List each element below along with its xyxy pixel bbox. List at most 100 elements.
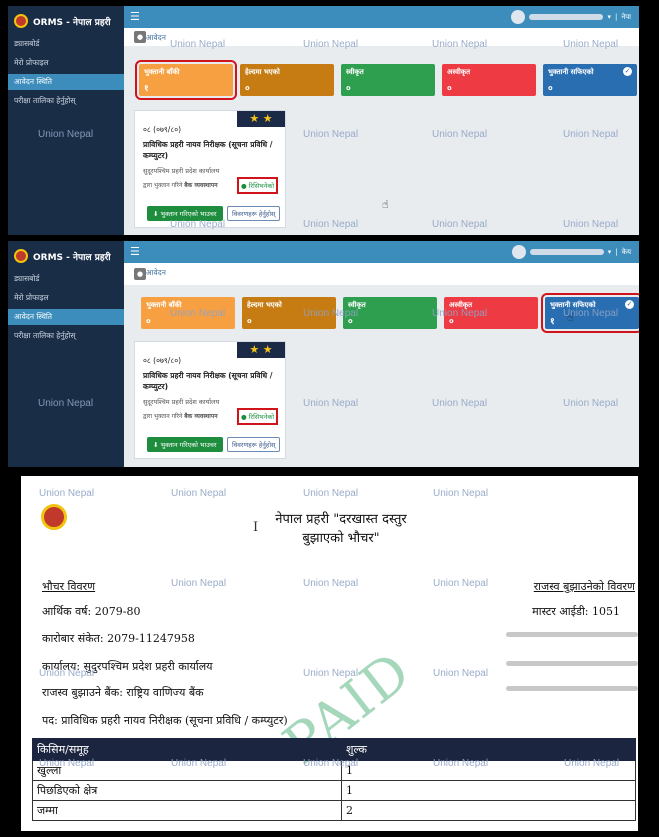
- application-card: ★ ★ ०८ (०७९/८०) प्राविधिक प्रहरी नायव नि…: [134, 110, 286, 228]
- download-voucher-button[interactable]: ⬇ भुक्तान गरिएको भाउचर: [147, 437, 223, 452]
- settings-icon[interactable]: ●: [134, 268, 146, 280]
- watermark: Union Nepal: [303, 398, 359, 409]
- watermark: Union Nepal: [432, 219, 488, 230]
- menu-icon[interactable]: ☰: [130, 245, 140, 258]
- police-logo-icon: [14, 14, 28, 28]
- card-count: ०: [447, 84, 452, 94]
- card-in-review[interactable]: हेल्दमा भएको ०: [240, 64, 334, 96]
- watermark: Union Nepal: [170, 308, 226, 319]
- top-navbar: ☰ ▾ | केय: [124, 241, 639, 263]
- watermark: Union Nepal: [170, 39, 226, 50]
- card-label: अस्वीकृत: [447, 68, 471, 76]
- card-label: हेल्दमा भएको: [247, 301, 282, 309]
- watermark: Union Nepal: [171, 488, 227, 499]
- card-rejected[interactable]: अस्वीकृत ०: [442, 64, 536, 96]
- app-brand[interactable]: ORMS - नेपाल प्रहरी: [8, 241, 124, 271]
- card-label: भुक्तानी सफिएको: [548, 68, 594, 76]
- watermark: Union Nepal: [303, 578, 359, 589]
- payment-method-line: द्वारा भुक्तान गरिने बैक व्यवस्थापन: [143, 413, 218, 420]
- watermark: Union Nepal: [170, 219, 226, 230]
- payment-voucher: नेपाल प्रहरी "दरखास्त दस्तुर बुझाएको भौच…: [21, 476, 638, 831]
- top-link[interactable]: नेपा: [621, 13, 631, 22]
- main-area: ☰ ▾ | केय मेरो आवेदन ● भुक्तानी बाँकी ० …: [124, 241, 639, 467]
- watermark: Union Nepal: [563, 308, 619, 319]
- application-code: ०८ (०७९/८०): [143, 125, 182, 134]
- user-menu[interactable]: ▾ | केय: [511, 245, 631, 259]
- view-details-button[interactable]: विवरणहरू हेर्नुहोस्: [227, 206, 281, 221]
- table-row: जम्मा 2: [32, 800, 636, 821]
- watermark: Union Nepal: [303, 488, 359, 499]
- watermark: Union Nepal: [303, 668, 359, 679]
- check-circle-icon: ✓: [625, 300, 634, 309]
- text-cursor-icon: I: [253, 520, 259, 535]
- avatar[interactable]: [511, 10, 526, 24]
- watermark: Union Nepal: [303, 219, 359, 230]
- view-details-button[interactable]: विवरणहरू हेर्नुहोस्: [227, 437, 281, 452]
- watermark: Union Nepal: [563, 129, 619, 140]
- sidebar-item-dashboard[interactable]: ड्यासबोर्ड: [8, 36, 124, 52]
- card-count: ०: [548, 84, 553, 94]
- sidebar: ORMS - नेपाल प्रहरी ड्यासबोर्ड मेरो प्रो…: [8, 6, 124, 235]
- police-emblem-icon: [41, 504, 67, 530]
- watermark: Union Nepal: [38, 398, 94, 409]
- card-count: ०: [245, 84, 250, 94]
- post-line: पद: प्राविधिक प्रहरी नायव निरीक्षक (सूचन…: [42, 714, 288, 727]
- top-link[interactable]: केय: [622, 248, 631, 257]
- office-name: सुदूरपश्चिम प्रहरी प्रदेश कार्यालय: [143, 398, 220, 406]
- chevron-down-icon[interactable]: ▾: [608, 248, 612, 256]
- blurred-username: [529, 249, 604, 255]
- status-cards: भुक्तानी बाँकी १ हेल्दमा भएको ० स्वीकृत …: [134, 60, 639, 100]
- redacted-field: [506, 661, 638, 666]
- card-payment-done[interactable]: भुक्तानी सफिएको ✓ ०: [543, 64, 637, 96]
- sidebar-item-profile[interactable]: मेरो प्रोफाइल: [8, 290, 124, 306]
- watermark: Union Nepal: [39, 668, 95, 679]
- sidebar-item-profile[interactable]: मेरो प्रोफाइल: [8, 55, 124, 71]
- master-id: मास्टर आईडी: 1051: [532, 605, 620, 618]
- menu-icon[interactable]: ☰: [130, 10, 140, 23]
- watermark: Union Nepal: [171, 758, 227, 769]
- settings-icon[interactable]: ●: [134, 31, 146, 43]
- screenshot-panel-2: ORMS - नेपाल प्रहरी ड्यासबोर्ड मेरो प्रो…: [8, 241, 639, 467]
- watermark: Union Nepal: [432, 308, 488, 319]
- rank-stars-icon: ★ ★: [237, 111, 285, 127]
- watermark: Union Nepal: [171, 578, 227, 589]
- sidebar-item-exam-schedule[interactable]: परीक्षा तालिका हेर्नुहोस्: [8, 328, 124, 344]
- sidebar-menu: ड्यासबोर्ड मेरो प्रोफाइल आवेदन स्थिति पर…: [8, 36, 124, 109]
- card-count: १: [144, 84, 149, 94]
- fiscal-year: आर्थिक वर्ष: 2079-80: [42, 605, 141, 618]
- sidebar: ORMS - नेपाल प्रहरी ड्यासबोर्ड मेरो प्रो…: [8, 241, 124, 467]
- card-payment-pending[interactable]: भुक्तानी बाँकी १: [135, 60, 237, 100]
- user-menu[interactable]: ▾ | नेपा: [511, 10, 631, 24]
- avatar[interactable]: [511, 245, 526, 259]
- watermark: Union Nepal: [433, 578, 489, 589]
- sidebar-item-dashboard[interactable]: ड्यासबोर्ड: [8, 271, 124, 287]
- card-label: स्वीकृत: [346, 68, 364, 76]
- watermark: Union Nepal: [432, 39, 488, 50]
- watermark: Union Nepal: [39, 758, 95, 769]
- watermark: Union Nepal: [303, 129, 359, 140]
- breadcrumb: मेरो आवेदन ●: [124, 263, 639, 285]
- top-navbar: ☰ ▾ | नेपा: [124, 6, 639, 28]
- status-badge: ● रिसिभनेको: [237, 177, 279, 194]
- section-voucher-details: भौचर विवरण: [42, 580, 96, 593]
- card-approved[interactable]: स्वीकृत ०: [341, 64, 435, 96]
- watermark: Union Nepal: [303, 758, 359, 769]
- watermark: Union Nepal: [563, 219, 619, 230]
- rank-stars-icon: ★ ★: [237, 342, 285, 358]
- sidebar-item-application-status[interactable]: आवेदन स्थिति: [8, 309, 124, 325]
- sidebar-item-application-status[interactable]: आवेदन स्थिति: [8, 74, 124, 90]
- watermark: Union Nepal: [39, 488, 95, 499]
- status-badge: ● रिसिभनेको: [237, 408, 279, 425]
- sidebar-item-exam-schedule[interactable]: परीक्षा तालिका हेर्नुहोस्: [8, 93, 124, 109]
- watermark: Union Nepal: [563, 398, 619, 409]
- office-name: सुदूरपश्चिम प्रहरी प्रदेश कार्यालय: [143, 167, 220, 175]
- fee-table: किसिम/समूह शुल्क खुल्ला 1 पिछडिएको क्षेत…: [32, 738, 636, 821]
- chevron-down-icon[interactable]: ▾: [607, 13, 611, 21]
- card-label: हेल्दमा भएको: [245, 68, 280, 76]
- app-brand[interactable]: ORMS - नेपाल प्रहरी: [8, 6, 124, 36]
- card-label: भुक्तानी बाँकी: [144, 68, 180, 76]
- police-logo-icon: [14, 249, 28, 263]
- app-title: ORMS - नेपाल प्रहरी: [33, 252, 111, 263]
- voucher-title: नेपाल प्रहरी "दरखास्त दस्तुर बुझाएको भौच…: [275, 512, 407, 546]
- watermark: Union Nepal: [432, 398, 488, 409]
